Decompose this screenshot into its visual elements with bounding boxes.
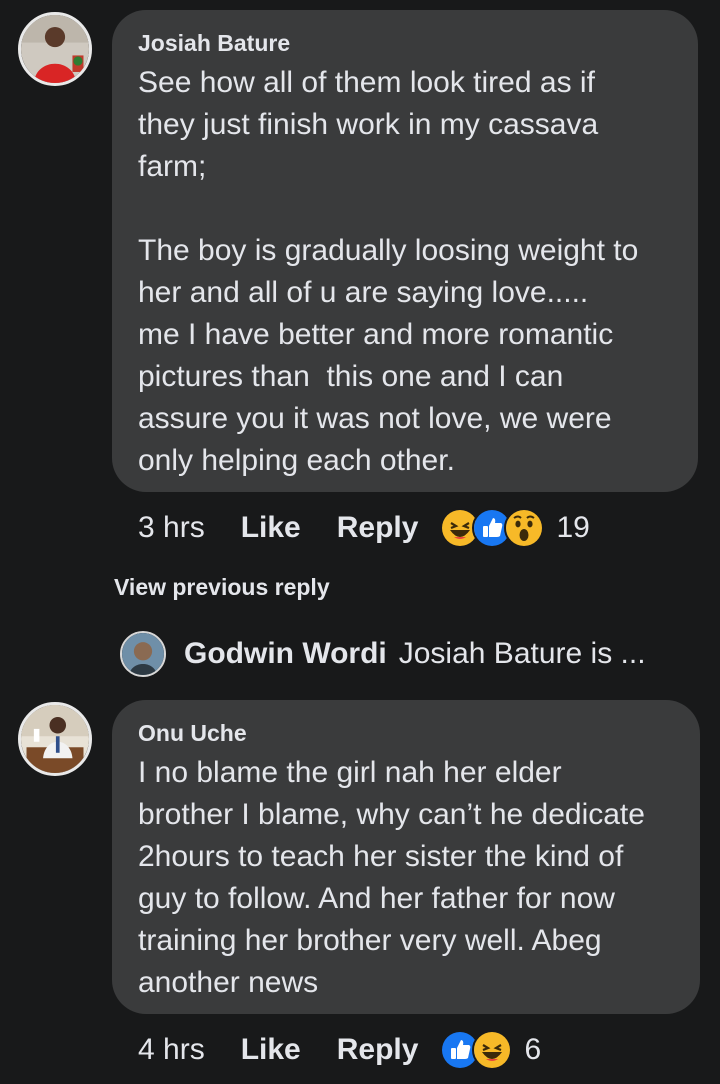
reply-button[interactable]: Reply	[337, 511, 419, 545]
comment-text: I no blame the girl nah her elder brothe…	[138, 756, 645, 999]
reply-button[interactable]: Reply	[337, 1033, 419, 1067]
comment-text: See how all of them look tired as if the…	[138, 66, 639, 477]
reply-author[interactable]: Godwin Wordi	[184, 637, 387, 671]
comment-bubble: Josiah Bature See how all of them look t…	[112, 10, 698, 492]
view-previous-reply-link[interactable]: View previous reply	[114, 574, 330, 601]
comment-timestamp[interactable]: 3 hrs	[138, 511, 205, 545]
like-button[interactable]: Like	[241, 1033, 301, 1067]
like-button[interactable]: Like	[241, 511, 301, 545]
avatar-onu-uche[interactable]	[18, 702, 92, 776]
reaction-count[interactable]: 19	[556, 511, 589, 545]
reaction-summary[interactable]	[440, 508, 545, 548]
avatar-josiah-bature[interactable]	[18, 12, 92, 86]
comment-bubble: Onu Uche I no blame the girl nah her eld…	[112, 700, 700, 1014]
comment-timestamp[interactable]: 4 hrs	[138, 1033, 205, 1067]
wow-reaction-icon	[504, 508, 545, 548]
reply-snippet[interactable]: Josiah Bature is ...	[399, 637, 646, 671]
haha-reaction-icon	[472, 1030, 513, 1070]
reaction-summary[interactable]	[440, 1030, 513, 1070]
comment-author[interactable]: Onu Uche	[138, 720, 674, 746]
comment-actions: 4 hrs Like Reply 6	[138, 1030, 541, 1070]
reaction-count[interactable]: 6	[524, 1033, 541, 1067]
comment-actions: 3 hrs Like Reply 19	[138, 508, 590, 548]
comment-author[interactable]: Josiah Bature	[138, 30, 672, 56]
avatar-godwin-wordi[interactable]	[120, 631, 166, 677]
reply-preview[interactable]: Godwin Wordi Josiah Bature is ...	[120, 630, 646, 678]
